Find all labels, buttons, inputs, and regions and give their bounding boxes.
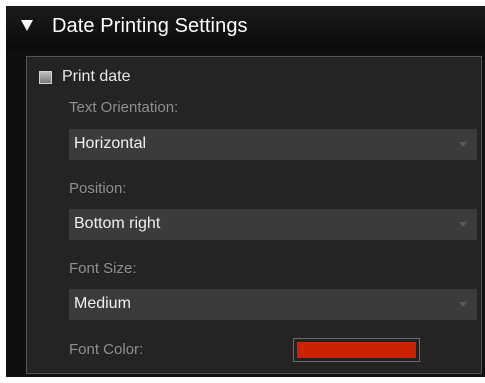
text-orientation-label: Text Orientation: xyxy=(69,99,179,116)
print-date-checkbox-row[interactable]: Print date xyxy=(39,67,130,87)
settings-group: Print date Text Orientation: Horizontal … xyxy=(26,56,482,374)
chevron-down-icon xyxy=(459,302,467,307)
text-orientation-select[interactable]: Horizontal xyxy=(69,129,477,160)
section-header[interactable]: Date Printing Settings xyxy=(6,6,485,50)
font-size-value: Medium xyxy=(74,295,131,312)
position-label: Position: xyxy=(69,180,127,197)
section-title: Date Printing Settings xyxy=(52,15,248,37)
print-date-label: Print date xyxy=(62,68,131,85)
position-value: Bottom right xyxy=(74,215,161,232)
font-color-swatch[interactable] xyxy=(293,338,420,362)
font-size-label: Font Size: xyxy=(69,260,137,277)
position-select[interactable]: Bottom right xyxy=(69,209,477,240)
font-color-fill xyxy=(297,342,416,358)
triangle-down-icon[interactable] xyxy=(21,20,33,31)
font-color-label: Font Color: xyxy=(69,341,144,358)
print-date-checkbox[interactable] xyxy=(39,70,52,84)
chevron-down-icon xyxy=(459,142,467,147)
chevron-down-icon xyxy=(459,222,467,227)
font-size-select[interactable]: Medium xyxy=(69,289,477,320)
date-printing-settings-panel: Date Printing Settings Print date Text O… xyxy=(6,6,485,377)
text-orientation-value: Horizontal xyxy=(74,135,147,152)
